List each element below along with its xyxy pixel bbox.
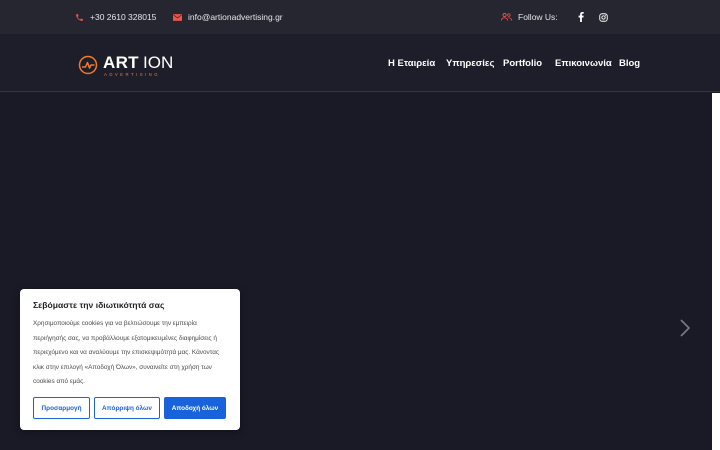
topbar-email[interactable]: info@artionadvertising.gr xyxy=(173,0,283,34)
phone-number: +30 2610 328015 xyxy=(90,12,157,22)
follow-label: Follow Us: xyxy=(518,12,558,22)
instagram-icon xyxy=(599,12,608,22)
topbar-phone[interactable]: +30 2610 328015 xyxy=(75,0,156,34)
phone-icon xyxy=(75,13,84,22)
nav-link-services[interactable]: Υπηρεσίες xyxy=(446,58,494,69)
site-header: ART ION ADVERTISING Η Εταιρεία Υπηρεσίες… xyxy=(0,34,720,92)
reject-all-button[interactable]: Απόρριψη όλων xyxy=(94,397,160,419)
users-icon xyxy=(501,13,512,21)
facebook-icon xyxy=(578,12,584,22)
nav-link-contact[interactable]: Επικοινωνία xyxy=(555,58,612,69)
nav-link-company[interactable]: Η Εταιρεία xyxy=(388,58,435,69)
nav-link-blog[interactable]: Blog xyxy=(619,58,640,69)
nav-link-portfolio[interactable]: Portfolio xyxy=(503,58,542,69)
nav-item-portfolio[interactable]: Portfolio xyxy=(503,34,542,92)
logo-mark-icon xyxy=(78,55,98,75)
topbar-follow: Follow Us: xyxy=(501,0,558,34)
logo-subtitle: ADVERTISING xyxy=(104,72,161,77)
logo-text-light: ION xyxy=(143,53,174,72)
cookie-banner: Σεβόμαστε την ιδιωτικότητά σας Χρησιμοπο… xyxy=(20,289,240,430)
accept-all-button[interactable]: Αποδοχή όλων xyxy=(164,397,226,419)
instagram-link[interactable] xyxy=(599,0,608,34)
nav-item-company[interactable]: Η Εταιρεία xyxy=(388,34,435,92)
cookie-description: Χρησιμοποιούμε cookies για να βελτιώσουμ… xyxy=(33,320,219,385)
nav-item-services[interactable]: Υπηρεσίες xyxy=(446,34,494,92)
envelope-icon xyxy=(173,13,182,21)
nav-item-contact[interactable]: Επικοινωνία xyxy=(555,34,612,92)
page-scrollbar[interactable] xyxy=(712,93,720,450)
facebook-link[interactable] xyxy=(578,0,584,34)
customize-button[interactable]: Προσαρμογή xyxy=(33,397,90,419)
cookie-title: Σεβόμαστε την ιδιωτικότητά σας xyxy=(33,300,165,310)
logo-text-bold: ART xyxy=(103,53,139,72)
nav-item-blog[interactable]: Blog xyxy=(619,34,640,92)
logo-text: ART ION ADVERTISING xyxy=(103,53,175,78)
chevron-right-icon[interactable] xyxy=(678,318,692,338)
email-address: info@artionadvertising.gr xyxy=(188,12,283,22)
logo[interactable]: ART ION ADVERTISING xyxy=(78,53,175,78)
top-bar: +30 2610 328015 info@artionadvertising.g… xyxy=(0,0,720,34)
